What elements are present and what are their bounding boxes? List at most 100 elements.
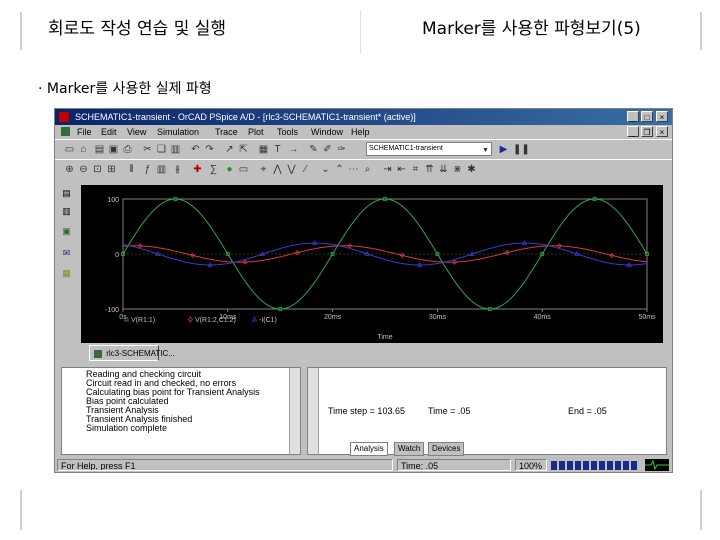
label-icon[interactable]: ▭ bbox=[237, 163, 250, 176]
tab-analysis[interactable]: Analysis bbox=[350, 442, 388, 456]
cursor-slope-icon[interactable]: ∕ bbox=[299, 163, 312, 176]
output-pane[interactable]: Reading and checking circuit Circuit rea… bbox=[61, 367, 301, 455]
probe-window-icon[interactable]: ▤ bbox=[60, 187, 73, 199]
cursor-min-icon[interactable]: ⌄ bbox=[319, 163, 332, 176]
cursor-trough-icon[interactable]: ⋁ bbox=[285, 163, 298, 176]
y-tick-label: -100 bbox=[105, 307, 119, 314]
menu-edit[interactable]: Edit bbox=[101, 125, 117, 139]
log-y-icon[interactable]: ⫵ bbox=[171, 163, 184, 176]
end-readout: End = .05 bbox=[568, 406, 607, 416]
x-tick-label: 40ms bbox=[534, 314, 552, 321]
print-icon[interactable]: ⎙ bbox=[121, 143, 134, 156]
snap-icon[interactable]: ⋇ bbox=[451, 163, 464, 176]
zoom-in-icon[interactable]: ⊕ bbox=[63, 163, 76, 176]
legend-label: -I(C1) bbox=[259, 317, 277, 324]
cursor-search-icon[interactable]: ⌕ bbox=[361, 163, 374, 176]
save-icon[interactable]: ▣ bbox=[107, 143, 120, 156]
tab-watch[interactable]: Watch bbox=[394, 442, 425, 456]
plot-window-icon[interactable]: ▦ bbox=[257, 143, 270, 156]
sim-scroll-left[interactable] bbox=[308, 368, 319, 454]
document-tab-label: rlc3-SCHEMATIC... bbox=[106, 349, 175, 358]
slide-border-line-bottom-left bbox=[20, 490, 22, 530]
eval-goal-icon[interactable]: ∑ bbox=[207, 163, 220, 176]
menu-tools[interactable]: Tools bbox=[277, 125, 298, 139]
open-folder-icon[interactable]: ▤ bbox=[93, 143, 106, 156]
menu-trace[interactable]: Trace bbox=[215, 125, 238, 139]
slide-divider bbox=[360, 10, 361, 54]
window-titlebar[interactable]: SCHEMATIC1-transient - OrCAD PSpice A/D … bbox=[55, 109, 672, 125]
log-x-icon[interactable]: ⫴ bbox=[125, 163, 138, 176]
run-probe-icon[interactable]: ▣ bbox=[60, 225, 73, 237]
mark-label-icon[interactable]: ⌗ bbox=[409, 163, 422, 176]
cursor-point-icon[interactable]: ⋯ bbox=[347, 163, 360, 176]
marker-power-icon[interactable]: ✑ bbox=[335, 143, 348, 156]
new-file-icon[interactable]: ▭ bbox=[63, 143, 76, 156]
view-output-icon[interactable]: ▦ bbox=[60, 267, 73, 279]
paste-icon[interactable]: ▥ bbox=[169, 143, 182, 156]
menu-file[interactable]: File bbox=[77, 125, 92, 139]
tab-devices[interactable]: Devices bbox=[428, 442, 465, 456]
status-bar: For Help, press F1 Time: .05 100% bbox=[55, 458, 672, 472]
cursor-toggle-icon[interactable]: ⌖ bbox=[257, 163, 270, 176]
window-title: SCHEMATIC1-transient - OrCAD PSpice A/D … bbox=[75, 112, 416, 122]
doc-restore-icon[interactable]: ❐ bbox=[641, 126, 653, 137]
pause-icon[interactable]: ❚❚ bbox=[513, 143, 530, 156]
undo-icon[interactable]: ↶ bbox=[189, 143, 202, 156]
bullet-text: Marker를 사용한 실제 파형 bbox=[46, 81, 212, 97]
doc-icon[interactable] bbox=[61, 127, 70, 136]
minimize-icon[interactable]: _ bbox=[627, 111, 639, 122]
close-icon[interactable]: × bbox=[656, 111, 668, 122]
run-icon[interactable]: ▶ bbox=[497, 143, 510, 156]
message-icon[interactable]: ✉ bbox=[60, 247, 73, 259]
freeze-icon[interactable]: ✱ bbox=[465, 163, 478, 176]
combo-dropdown-icon[interactable]: ▼ bbox=[479, 144, 492, 157]
x-tick-label: 20ms bbox=[324, 314, 342, 321]
menu-help[interactable]: Help bbox=[351, 125, 370, 139]
legend-marker bbox=[187, 316, 194, 323]
open-file-icon[interactable]: ⌂ bbox=[77, 143, 90, 156]
fourier-icon[interactable]: ƒ bbox=[141, 163, 154, 176]
simulation-profile-select[interactable]: SCHEMATIC1-transient bbox=[366, 142, 492, 156]
next-level-icon[interactable]: ⇈ bbox=[423, 163, 436, 176]
cut-icon[interactable]: ✂ bbox=[141, 143, 154, 156]
menu-window[interactable]: Window bbox=[311, 125, 343, 139]
menu-plot[interactable]: Plot bbox=[248, 125, 264, 139]
menu-view[interactable]: View bbox=[127, 125, 146, 139]
slide-title-left: 회로도 작성 연습 및 실행 bbox=[48, 19, 227, 39]
performance-icon[interactable]: ▥ bbox=[155, 163, 168, 176]
prev-transition-icon[interactable]: ⇤ bbox=[395, 163, 408, 176]
tab-document[interactable]: rlc3-SCHEMATIC... bbox=[89, 345, 175, 361]
arrow-annotation-icon[interactable]: → bbox=[287, 143, 300, 156]
marker-current-icon[interactable]: ✐ bbox=[321, 143, 334, 156]
zoom-out-icon[interactable]: ⊖ bbox=[77, 163, 90, 176]
redo-icon[interactable]: ↷ bbox=[203, 143, 216, 156]
cursor-max-icon[interactable]: ⌃ bbox=[333, 163, 346, 176]
maximize-icon[interactable]: □ bbox=[641, 111, 653, 122]
doc-close-icon[interactable]: × bbox=[656, 126, 668, 137]
mark-all-icon[interactable]: ⇱ bbox=[237, 143, 250, 156]
legend-label: V(R1:1) bbox=[131, 317, 155, 324]
mark-data-icon[interactable]: ↗ bbox=[223, 143, 236, 156]
add-trace-icon[interactable]: ✚ bbox=[191, 163, 204, 176]
text-icon[interactable]: T bbox=[271, 143, 284, 156]
y-tick-label: 0 bbox=[115, 252, 119, 259]
zoom-fit-icon[interactable]: ⊞ bbox=[105, 163, 118, 176]
zoom-area-icon[interactable]: ⊡ bbox=[91, 163, 104, 176]
prev-level-icon[interactable]: ⇊ bbox=[437, 163, 450, 176]
next-transition-icon[interactable]: ⇥ bbox=[381, 163, 394, 176]
slide-border-line-bottom-right bbox=[700, 490, 702, 530]
heartbeat-icon bbox=[645, 459, 669, 471]
bullet-line: · Marker를 사용한 실제 파형 bbox=[38, 78, 212, 98]
cursor-peak-icon[interactable]: ⋀ bbox=[271, 163, 284, 176]
copy-icon[interactable]: ❏ bbox=[155, 143, 168, 156]
plot-pane[interactable]: 100 0 -100 0s 10ms 20ms 30ms 40ms 50ms Time V(R1:1… bbox=[81, 185, 663, 343]
marker-voltage-icon[interactable]: ✎ bbox=[307, 143, 320, 156]
menu-simulation[interactable]: Simulation bbox=[157, 125, 199, 139]
color-icon[interactable]: ● bbox=[223, 163, 236, 176]
waveform-plot[interactable]: 1000-1000s 10ms 20ms 30ms 40ms 50msTimeV(R1:1… bbox=[81, 185, 663, 343]
document-tab-icon bbox=[94, 349, 102, 358]
simulation-settings-icon[interactable]: ▥ bbox=[60, 205, 73, 217]
doc-minimize-icon[interactable]: _ bbox=[627, 126, 639, 137]
output-scrollbar[interactable] bbox=[289, 368, 300, 454]
toolbar-plot: ⊕ ⊖ ⊡ ⊞ ⫴ ƒ ▥ ⫵ ✚ ∑ ● ▭ ⌖ ⋀ ⋁ ∕ ⌄ ⌃ ⋯ ⌕ … bbox=[55, 159, 672, 180]
